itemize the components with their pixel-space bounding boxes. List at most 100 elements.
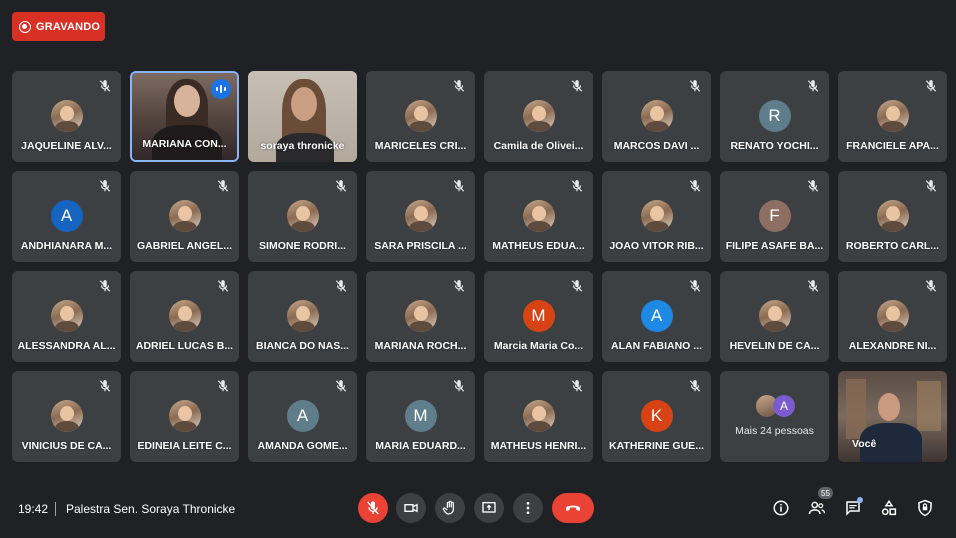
participant-name: ALAN FABIANO ... <box>611 340 702 352</box>
participant-tile[interactable]: A AMANDA GOME... <box>248 371 357 462</box>
participant-name: ANDHIANARA M... <box>20 240 113 252</box>
participant-tile[interactable]: MATHEUS HENRI... <box>484 371 593 462</box>
clock: 19:42 <box>18 502 49 516</box>
avatar <box>168 200 201 232</box>
participant-tile[interactable]: VINICIUS DE CA... <box>12 371 121 462</box>
present-icon <box>482 502 496 513</box>
avatar <box>522 200 555 232</box>
participant-tile[interactable]: A ANDHIANARA M... <box>12 171 121 262</box>
mic-off-icon <box>453 180 465 192</box>
participant-name: SARA PRISCILA ... <box>374 240 467 252</box>
participant-name: ALEXANDRE NI... <box>848 340 937 352</box>
bottom-bar: 19:42 Palestra Sen. Soraya Thronicke 55 <box>0 487 956 528</box>
avatar: K <box>640 400 673 432</box>
participant-name: MARICELES CRI... <box>374 140 467 152</box>
people-button[interactable] <box>808 499 826 517</box>
speaking-indicator-icon <box>211 79 231 99</box>
participant-tile[interactable]: MARICELES CRI... <box>366 71 475 162</box>
meeting-title: Palestra Sen. Soraya Thronicke <box>66 502 236 516</box>
participant-tile[interactable]: GABRIEL ANGEL... <box>130 171 239 262</box>
avatar <box>876 300 909 332</box>
participant-tile[interactable]: JAQUELINE ALV... <box>12 71 121 162</box>
mic-off-icon <box>453 380 465 392</box>
participant-tile[interactable]: Camila de Olivei... <box>484 71 593 162</box>
avatar: A <box>640 300 673 332</box>
host-controls-button[interactable] <box>916 499 934 517</box>
mic-off-icon <box>689 280 701 292</box>
participant-name: FRANCIELE APA... <box>846 140 939 152</box>
participant-name: ALESSANDRA AL... <box>17 340 116 352</box>
activities-button[interactable] <box>880 499 898 517</box>
participant-tile[interactable]: F FILIPE ASAFE BA... <box>720 171 829 262</box>
avatar-letter: F <box>769 206 780 225</box>
avatar: A <box>50 200 83 232</box>
participant-tile[interactable]: R RENATO YOCHI... <box>720 71 829 162</box>
participant-tile[interactable]: A ALAN FABIANO ... <box>602 271 711 362</box>
participant-tile[interactable]: M MARIA EDUARD... <box>366 371 475 462</box>
participant-tile[interactable]: ROBERTO CARL... <box>838 171 947 262</box>
avatar <box>758 300 791 332</box>
participant-tile[interactable]: ALEXANDRE NI... <box>838 271 947 362</box>
participant-tile[interactable]: MARIANA ROCH... <box>366 271 475 362</box>
mic-off-icon <box>571 80 583 92</box>
avatar <box>404 300 437 332</box>
avatar: A <box>773 395 795 417</box>
info-icon <box>773 500 789 516</box>
end-call-icon <box>566 505 580 511</box>
participant-name: RENATO YOCHI... <box>730 140 819 152</box>
participant-tile[interactable]: HEVELIN DE CA... <box>720 271 829 362</box>
participant-tile[interactable]: MARCOS DAVI ... <box>602 71 711 162</box>
end-call-button[interactable] <box>552 493 594 523</box>
avatar <box>168 400 201 432</box>
mic-off-icon <box>453 280 465 292</box>
participant-tile[interactable]: EDINEIA LEITE C... <box>130 371 239 462</box>
camera-toggle-button[interactable] <box>396 493 426 523</box>
participant-name: FILIPE ASAFE BA... <box>725 240 824 252</box>
divider <box>55 502 56 516</box>
avatar-letter: A <box>60 206 73 225</box>
mic-off-icon <box>807 80 819 92</box>
mic-off-icon <box>99 80 111 92</box>
activities-icon <box>881 499 897 516</box>
mic-off-icon <box>99 380 111 392</box>
participant-tile[interactable]: SARA PRISCILA ... <box>366 171 475 262</box>
more-participants-tile[interactable]: A Mais 24 pessoas <box>720 371 829 462</box>
avatar-stack: A <box>756 395 796 417</box>
self-view-tile[interactable]: Você <box>838 371 947 462</box>
avatar-letter: M <box>413 406 428 425</box>
avatar <box>286 300 319 332</box>
mic-off-icon <box>689 80 701 92</box>
raise-hand-button[interactable] <box>435 493 465 523</box>
mic-off-icon <box>689 380 701 392</box>
participant-tile[interactable]: MATHEUS EDUA... <box>484 171 593 262</box>
more-participants-label: Mais 24 pessoas <box>735 425 814 437</box>
mic-off-icon <box>807 180 819 192</box>
more-options-button[interactable] <box>513 493 543 523</box>
people-icon <box>808 501 826 515</box>
participant-name: MARIANA CON... <box>142 138 227 150</box>
participant-tile[interactable]: M Marcia Maria Co... <box>484 271 593 362</box>
participant-tile[interactable]: JOAO VITOR RIB... <box>602 171 711 262</box>
mic-off-icon <box>217 380 229 392</box>
mic-off-icon <box>571 280 583 292</box>
avatar-letter: A <box>296 406 309 425</box>
participant-tile[interactable]: SIMONE RODRI... <box>248 171 357 262</box>
participant-name: MATHEUS HENRI... <box>490 440 587 452</box>
participant-tile[interactable]: FRANCIELE APA... <box>838 71 947 162</box>
mic-toggle-button[interactable] <box>358 493 388 523</box>
participant-tile[interactable]: BIANCA DO NAS... <box>248 271 357 362</box>
participant-tile[interactable]: MARIANA CON... <box>130 71 239 162</box>
participant-tile[interactable]: ALESSANDRA AL... <box>12 271 121 362</box>
more-options-icon <box>526 502 530 514</box>
participant-name: VINICIUS DE CA... <box>21 440 112 452</box>
participant-tile[interactable]: K KATHERINE GUE... <box>602 371 711 462</box>
participant-tile[interactable]: ADRIEL LUCAS B... <box>130 271 239 362</box>
people-count-badge: 55 <box>818 487 833 499</box>
participant-tile[interactable]: soraya thronicke <box>248 71 357 162</box>
info-button[interactable] <box>772 499 790 517</box>
participant-name: JOAO VITOR RIB... <box>609 240 704 252</box>
avatar <box>168 300 201 332</box>
present-button[interactable] <box>474 493 504 523</box>
mic-off-icon <box>453 80 465 92</box>
participant-name: MARCOS DAVI ... <box>613 140 700 152</box>
